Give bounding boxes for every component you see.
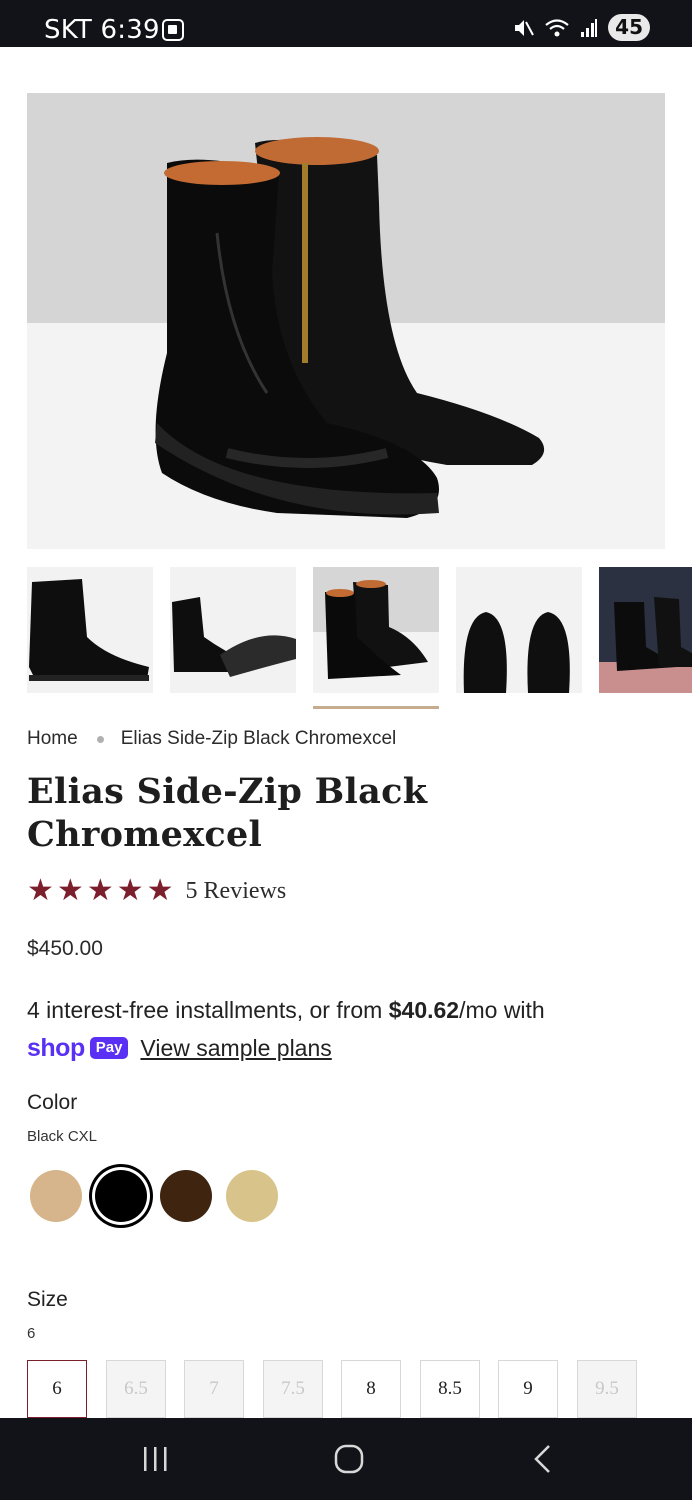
- thumbnail-4[interactable]: [456, 567, 582, 693]
- status-icons: 45: [512, 14, 650, 41]
- product-price: $450.00: [27, 937, 103, 960]
- selected-size: 6: [27, 1325, 36, 1342]
- size-option[interactable]: 8: [341, 1360, 401, 1418]
- color-swatch-natural[interactable]: [226, 1170, 278, 1222]
- back-icon: [534, 1445, 550, 1473]
- active-thumbnail-indicator: [313, 706, 439, 709]
- recent-apps-icon: [144, 1447, 167, 1471]
- breadcrumb: Home Elias Side-Zip Black Chromexcel: [27, 728, 396, 750]
- installments-text-after: /mo with: [459, 997, 545, 1023]
- thumbnail-2[interactable]: [170, 567, 296, 693]
- thumbnail-strip: [27, 567, 692, 712]
- battery-indicator: 45: [608, 14, 650, 41]
- thumbnail-image: [27, 567, 153, 693]
- breadcrumb-current: Elias Side-Zip Black Chromexcel: [120, 728, 397, 749]
- star-icon: ★: [27, 874, 54, 907]
- shop-pay-installments: 4 interest-free installments, or from $4…: [27, 992, 667, 1066]
- star-icon: ★: [86, 874, 114, 907]
- breadcrumb-home-link[interactable]: Home: [27, 728, 78, 750]
- clock: 6:39: [100, 15, 160, 45]
- installment-amount: $40.62: [388, 997, 460, 1023]
- size-option[interactable]: 7: [184, 1360, 244, 1418]
- color-swatch-brown[interactable]: [160, 1170, 212, 1222]
- status-bar: SKT 6:39 45: [0, 0, 692, 47]
- recent-apps-button[interactable]: [105, 1418, 205, 1500]
- product-rating[interactable]: ★ ★ ★ ★ ★ 5 Reviews: [27, 876, 286, 906]
- color-swatch-black[interactable]: [95, 1170, 147, 1222]
- carrier: SKT: [44, 15, 93, 45]
- size-option[interactable]: 6: [27, 1360, 87, 1418]
- thumbnail-image: [313, 567, 439, 693]
- size-option[interactable]: 9.5: [577, 1360, 637, 1418]
- thumbnail-1[interactable]: [27, 567, 153, 693]
- size-option[interactable]: 6.5: [106, 1360, 166, 1418]
- color-label: Color: [27, 1091, 78, 1114]
- product-title: Elias Side-Zip Black Chromexcel: [27, 771, 428, 855]
- system-nav-bar: [0, 1418, 692, 1500]
- home-button[interactable]: [299, 1418, 399, 1500]
- star-icon: ★: [56, 874, 84, 907]
- wifi-icon: [545, 18, 569, 36]
- thumbnail-3[interactable]: [313, 567, 439, 693]
- home-icon: [334, 1444, 364, 1474]
- thumbnail-image: [599, 567, 692, 693]
- size-label: Size: [27, 1288, 68, 1311]
- installments-text: 4 interest-free installments, or from: [27, 997, 389, 1023]
- shop-pay-logo: shop: [27, 1033, 85, 1062]
- status-carrier-time: SKT 6:39: [44, 15, 160, 45]
- rating-stars: ★ ★ ★ ★ ★: [27, 876, 174, 906]
- star-icon: ★: [116, 874, 144, 907]
- mute-icon: [515, 19, 535, 36]
- size-option[interactable]: 7.5: [263, 1360, 323, 1418]
- view-sample-plans-link[interactable]: View sample plans: [140, 1035, 331, 1061]
- size-option[interactable]: 9: [498, 1360, 558, 1418]
- star-icon: ★: [146, 874, 174, 907]
- pay-badge: Pay: [89, 1036, 129, 1059]
- size-option[interactable]: 8.5: [420, 1360, 480, 1418]
- signal-icon: [581, 18, 598, 37]
- selected-color: Black CXL: [27, 1128, 98, 1145]
- thumbnail-image: [170, 567, 296, 693]
- color-swatch-tan[interactable]: [30, 1170, 82, 1222]
- breadcrumb-separator: [96, 735, 104, 743]
- thumbnail-image: [456, 567, 582, 693]
- product-main-image[interactable]: [27, 93, 665, 549]
- back-button[interactable]: [493, 1418, 593, 1500]
- boots-image: [27, 93, 665, 549]
- reviews-link[interactable]: 5 Reviews: [186, 878, 287, 905]
- thumbnail-5[interactable]: [599, 567, 692, 693]
- screenshot-icon: [162, 19, 184, 41]
